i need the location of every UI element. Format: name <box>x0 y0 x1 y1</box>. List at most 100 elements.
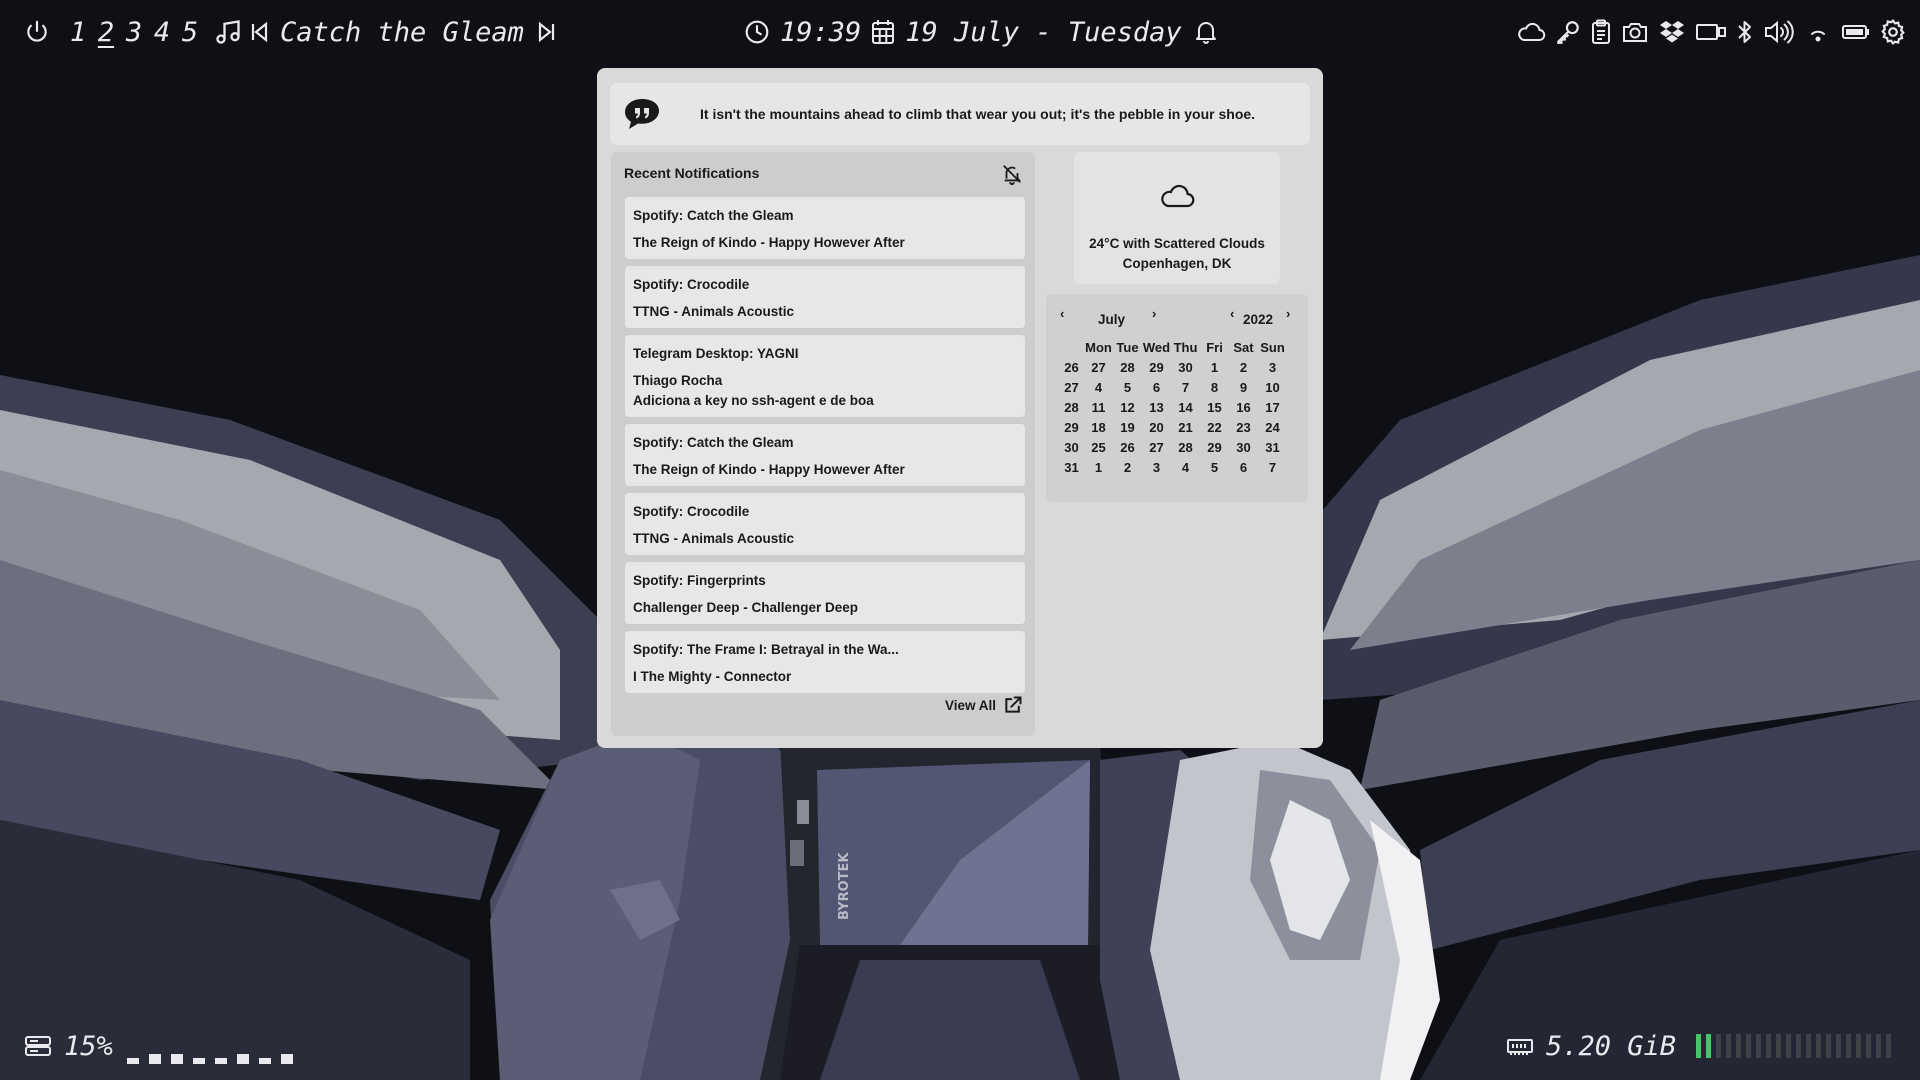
workspace-1[interactable]: 1 <box>64 17 92 48</box>
cloud-icon[interactable] <box>1516 19 1546 45</box>
workspace-5[interactable]: 5 <box>176 17 204 48</box>
calendar-day[interactable]: 21 <box>1171 418 1200 438</box>
calendar-day[interactable]: 28 <box>1113 358 1142 378</box>
settings-icon[interactable] <box>1880 19 1906 45</box>
calendar-day[interactable]: 19 <box>1113 418 1142 438</box>
quote-icon <box>623 97 661 136</box>
weekday-label: Thu <box>1173 340 1198 355</box>
skip-previous-icon[interactable] <box>250 21 270 43</box>
camera-icon[interactable] <box>1621 19 1649 45</box>
weekday-label: Fri <box>1206 340 1223 355</box>
calendar-day[interactable]: 27 <box>1084 358 1113 378</box>
next-year-button[interactable]: › <box>1286 306 1290 321</box>
calendar-day[interactable]: 24 <box>1258 418 1287 438</box>
notification-item[interactable]: Spotify: The Frame I: Betrayal in the Wa… <box>625 631 1025 693</box>
memory-bar-segment <box>1796 1034 1801 1058</box>
memory-bar-segment <box>1716 1034 1721 1058</box>
calendar-day[interactable]: 7 <box>1258 458 1287 478</box>
weekday-label: Sat <box>1233 340 1254 355</box>
calendar-day[interactable]: 27 <box>1142 438 1171 458</box>
power-icon[interactable] <box>24 19 50 45</box>
calendar-day[interactable]: 1 <box>1200 358 1229 378</box>
wifi-icon[interactable] <box>1804 19 1832 45</box>
calendar-day[interactable]: 25 <box>1084 438 1113 458</box>
week-number: 31 <box>1064 460 1079 475</box>
calendar-day[interactable]: 2 <box>1229 358 1258 378</box>
calendar-day[interactable]: 3 <box>1258 358 1287 378</box>
calendar-day[interactable]: 26 <box>1113 438 1142 458</box>
notification-item[interactable]: Spotify: Catch the Gleam The Reign of Ki… <box>625 197 1025 259</box>
calendar-week-row: 30 25 26 27 28 29 30 31 <box>1059 438 1287 458</box>
calendar-day[interactable]: 10 <box>1258 378 1287 398</box>
calendar-day[interactable]: 1 <box>1084 458 1113 478</box>
calendar-day[interactable]: 12 <box>1113 398 1142 418</box>
calendar-day[interactable]: 20 <box>1142 418 1171 438</box>
calendar-day[interactable]: 23 <box>1229 418 1258 438</box>
display-icon[interactable] <box>1695 19 1727 45</box>
calendar-day[interactable]: 31 <box>1258 438 1287 458</box>
notification-item[interactable]: Telegram Desktop: YAGNI Thiago Rocha Adi… <box>625 335 1025 417</box>
workspace-3[interactable]: 3 <box>120 17 148 48</box>
calendar-day[interactable]: 8 <box>1200 378 1229 398</box>
calendar-day[interactable]: 6 <box>1229 458 1258 478</box>
calendar-day[interactable]: 18 <box>1084 418 1113 438</box>
bell-off-icon[interactable] <box>1001 163 1023 190</box>
calendar-day[interactable]: 2 <box>1113 458 1142 478</box>
calendar-day[interactable]: 4 <box>1171 458 1200 478</box>
calendar-day[interactable]: 30 <box>1171 358 1200 378</box>
calendar-day[interactable]: 13 <box>1142 398 1171 418</box>
calendar-month: July <box>1098 312 1126 327</box>
calendar-day[interactable]: 4 <box>1084 378 1113 398</box>
battery-icon[interactable] <box>1841 19 1871 45</box>
weather-card: 24°C with Scattered Clouds Copenhagen, D… <box>1074 152 1280 284</box>
prev-year-button[interactable]: ‹ <box>1230 306 1234 321</box>
calendar-day[interactable]: 5 <box>1113 378 1142 398</box>
next-month-button[interactable]: › <box>1152 306 1156 321</box>
top-bar-clock[interactable]: 19:39 19 July - Tuesday <box>744 12 1218 52</box>
calendar-grid: Mon Tue Wed Thu Fri Sat Sun 26 27 28 29 … <box>1059 338 1287 478</box>
calendar-day[interactable]: 30 <box>1229 438 1258 458</box>
calendar-day[interactable]: 9 <box>1229 378 1258 398</box>
calendar-day[interactable]: 29 <box>1142 358 1171 378</box>
calendar-day[interactable]: 15 <box>1200 398 1229 418</box>
notification-body: Thiago Rocha <box>633 373 723 388</box>
calendar-day[interactable]: 11 <box>1084 398 1113 418</box>
calendar-day[interactable]: 17 <box>1258 398 1287 418</box>
key-icon[interactable] <box>1555 19 1581 45</box>
view-all-button[interactable]: View All <box>945 695 1023 715</box>
calendar-day[interactable]: 16 <box>1229 398 1258 418</box>
calendar-day[interactable]: 5 <box>1200 458 1229 478</box>
calendar-day[interactable]: 14 <box>1171 398 1200 418</box>
memory-bar-segment <box>1876 1034 1881 1058</box>
clipboard-icon[interactable] <box>1590 19 1612 45</box>
disk-usage-bars <box>126 1042 303 1064</box>
workspace-4[interactable]: 4 <box>148 17 176 48</box>
calendar-day[interactable]: 28 <box>1171 438 1200 458</box>
skip-next-icon[interactable] <box>536 21 556 43</box>
notification-item[interactable]: Spotify: Crocodile TTNG - Animals Acoust… <box>625 266 1025 328</box>
quote-text: It isn't the mountains ahead to climb th… <box>700 106 1256 122</box>
notification-title: Spotify: Fingerprints <box>633 573 766 588</box>
memory-bar-segment <box>1766 1034 1771 1058</box>
calendar-day[interactable]: 7 <box>1171 378 1200 398</box>
notification-item[interactable]: Spotify: Catch the Gleam The Reign of Ki… <box>625 424 1025 486</box>
calendar-day[interactable]: 22 <box>1200 418 1229 438</box>
workspace-2[interactable]: 2 <box>92 17 120 48</box>
notification-item[interactable]: Spotify: Crocodile TTNG - Animals Acoust… <box>625 493 1025 555</box>
notification-title: Spotify: Catch the Gleam <box>633 208 794 223</box>
notification-body: I The Mighty - Connector <box>633 669 792 684</box>
calendar-day[interactable]: 3 <box>1142 458 1171 478</box>
now-playing-title[interactable]: Catch the Gleam <box>280 17 524 48</box>
calendar-week-row: 28 11 12 13 14 15 16 17 <box>1059 398 1287 418</box>
bluetooth-icon[interactable] <box>1736 19 1754 45</box>
prev-month-button[interactable]: ‹ <box>1060 306 1064 321</box>
calendar-day[interactable]: 6 <box>1142 378 1171 398</box>
calendar-icon <box>871 19 895 45</box>
notification-item[interactable]: Spotify: Fingerprints Challenger Deep - … <box>625 562 1025 624</box>
memory-usage-widget: 5.20 GiB <box>1506 1030 1896 1062</box>
volume-icon[interactable] <box>1763 19 1795 45</box>
memory-bar-segment <box>1866 1034 1871 1058</box>
calendar-day[interactable]: 29 <box>1200 438 1229 458</box>
dropbox-icon[interactable] <box>1658 19 1686 45</box>
bell-icon[interactable] <box>1194 19 1218 45</box>
